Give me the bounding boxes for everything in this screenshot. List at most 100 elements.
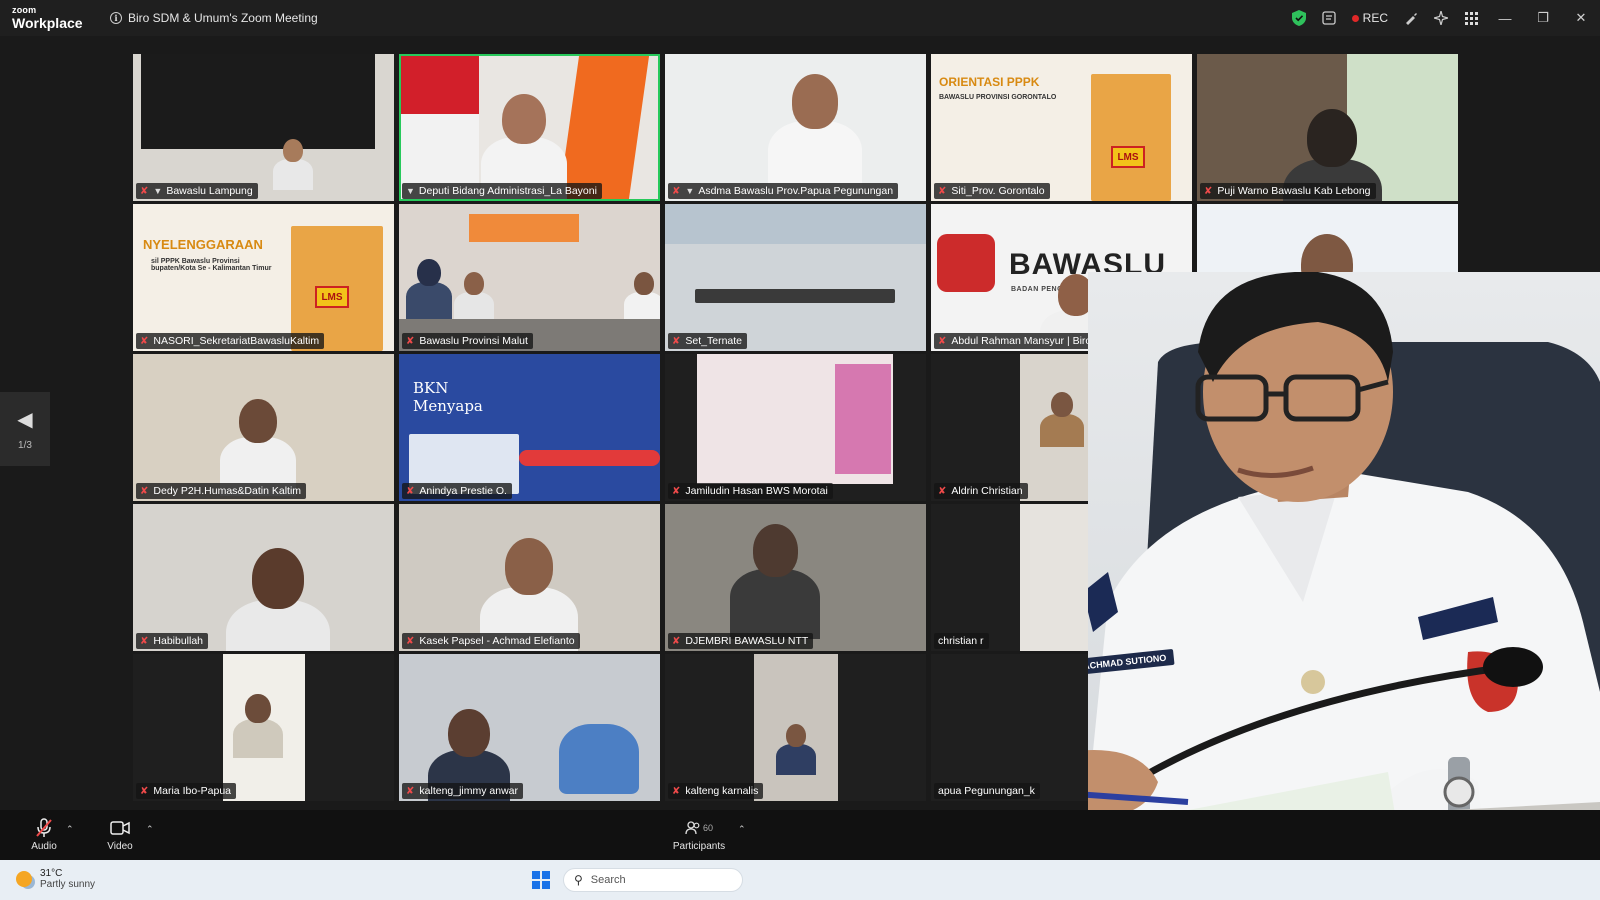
participant-name-label: ✘ Dedy P2H.Humas&Datin Kaltim bbox=[136, 483, 307, 499]
gallery-prev-page[interactable]: ◀ 1/3 bbox=[0, 392, 50, 466]
participant-tile[interactable]: ✘ Habibullah bbox=[133, 504, 394, 651]
participants-count: 60 bbox=[702, 823, 713, 833]
person-body bbox=[1040, 413, 1084, 448]
video-options-chevron-icon[interactable]: ⌃ bbox=[146, 824, 154, 835]
participant-name-label: ✘ Habibullah bbox=[136, 633, 209, 649]
participant-tile[interactable]: NYELENGGARAAN sil PPPK Bawaslu Provinsi b… bbox=[133, 204, 394, 351]
shield-icon[interactable] bbox=[1284, 0, 1314, 36]
rec-label: REC bbox=[1362, 11, 1388, 25]
participants-button[interactable]: 60 Participants bbox=[660, 810, 738, 860]
participant-tile[interactable]: BKN Menyapa ✘ Anindya Prestie O. bbox=[399, 354, 660, 501]
meeting-info[interactable]: i Biro SDM & Umum's Zoom Meeting bbox=[110, 11, 318, 25]
participant-name: Bawaslu Provinsi Malut bbox=[419, 335, 528, 347]
person-head bbox=[283, 139, 303, 163]
participant-name-label: ✘ kalteng_jimmy anwar bbox=[402, 783, 524, 799]
sparkle-icon[interactable] bbox=[1426, 0, 1456, 36]
search-placeholder: Search bbox=[590, 874, 626, 886]
participant-name-label: ✘ Bawaslu Provinsi Malut bbox=[402, 333, 533, 349]
participant-name: Anindya Prestie O. bbox=[419, 485, 507, 497]
participant-tile[interactable]: ORIENTASI PPPK BAWASLU PROVINSI GORONTALO… bbox=[931, 54, 1192, 201]
mic-muted-icon: ✘ bbox=[406, 335, 415, 347]
participant-tile[interactable]: ✘ Kasek Papsel - Achmad Elefianto bbox=[399, 504, 660, 651]
poster-subtitle: BAWASLU PROVINSI GORONTALO bbox=[939, 94, 1057, 101]
participant-tile[interactable]: ✘ ▼ Asdma Bawaslu Prov.Papua Pegunungan bbox=[665, 54, 926, 201]
participant-name-label: ✘ ▼ Bawaslu Lampung bbox=[136, 183, 258, 199]
search-icon: ⚲ bbox=[574, 873, 583, 887]
weather-temperature: 31°C bbox=[40, 868, 63, 879]
participant-name: Jamiludin Hasan BWS Morotai bbox=[685, 485, 828, 497]
mic-muted-icon: ✘ bbox=[672, 635, 681, 647]
participant-name-label: ✘ ▼ Asdma Bawaslu Prov.Papua Pegunungan bbox=[668, 183, 899, 199]
zoom-window: zoom Workplace i Biro SDM & Umum's Zoom … bbox=[0, 0, 1600, 900]
mic-muted-icon: ✘ bbox=[140, 485, 149, 497]
participant-tile[interactable]: ✘ Bawaslu Provinsi Malut bbox=[399, 204, 660, 351]
minimize-icon[interactable]: — bbox=[1486, 0, 1524, 36]
person-head bbox=[417, 259, 441, 287]
chevron-left-icon[interactable]: ◀ bbox=[17, 407, 32, 432]
participants-options-chevron-icon[interactable]: ⌃ bbox=[738, 824, 746, 835]
mic-muted-icon: ✘ bbox=[672, 485, 681, 497]
video-button[interactable]: Video bbox=[100, 810, 140, 860]
person-body bbox=[232, 719, 284, 759]
participant-name-label: ✘ DJEMBRI BAWASLU NTT bbox=[668, 633, 814, 649]
participant-name: Kasek Papsel - Achmad Elefianto bbox=[419, 635, 575, 647]
participant-tile[interactable]: ✘ Maria Ibo-Papua bbox=[133, 654, 394, 801]
participant-tile[interactable]: ✘ Dedy P2H.Humas&Datin Kaltim bbox=[133, 354, 394, 501]
mic-muted-icon: ✘ bbox=[140, 185, 149, 197]
windows-light bbox=[665, 204, 926, 244]
mic-muted-icon: ✘ bbox=[406, 485, 415, 497]
office-banner bbox=[469, 214, 579, 242]
logo-workplace: Workplace bbox=[12, 15, 83, 31]
person-head bbox=[251, 548, 305, 609]
participant-name: christian r bbox=[938, 635, 984, 647]
participant-name: Asdma Bawaslu Prov.Papua Pegunungan bbox=[698, 185, 894, 197]
video-camera-icon bbox=[110, 818, 130, 838]
participant-tile[interactable]: ✘ kalteng karnalis bbox=[665, 654, 926, 801]
close-icon[interactable]: ✕ bbox=[1562, 0, 1600, 36]
participant-tile[interactable]: ✘ Puji Warno Bawaslu Kab Lebong bbox=[1197, 54, 1458, 201]
participant-name: Bawaslu Lampung bbox=[166, 185, 253, 197]
participant-tile[interactable]: ✘ kalteng_jimmy anwar bbox=[399, 654, 660, 801]
participant-tile[interactable]: ✘ DJEMBRI BAWASLU NTT bbox=[665, 504, 926, 651]
participant-name: Deputi Bidang Administrasi_La Bayoni bbox=[418, 185, 597, 197]
meeting-title: Biro SDM & Umum's Zoom Meeting bbox=[128, 11, 318, 25]
flag-ribbon bbox=[519, 450, 660, 466]
participant-tile[interactable]: ▼ Deputi Bidang Administrasi_La Bayoni bbox=[399, 54, 660, 201]
windows-start-icon[interactable] bbox=[532, 871, 550, 889]
title-bar: zoom Workplace i Biro SDM & Umum's Zoom … bbox=[0, 0, 1600, 36]
grid-icon[interactable] bbox=[1456, 0, 1486, 36]
mic-muted-icon: ✘ bbox=[140, 335, 149, 347]
audio-button[interactable]: Audio bbox=[24, 810, 64, 860]
participant-tile[interactable]: ✘ Set_Ternate bbox=[665, 204, 926, 351]
person-head bbox=[786, 724, 806, 748]
person-head bbox=[634, 272, 654, 296]
curtain bbox=[835, 364, 891, 474]
person-head bbox=[239, 399, 277, 444]
person-body bbox=[454, 291, 494, 323]
weather-widget[interactable]: 31°C Partly sunny bbox=[16, 868, 95, 890]
participant-name-label: ✘ Siti_Prov. Gorontalo bbox=[934, 183, 1050, 199]
poster-subtitle: sil PPPK Bawaslu Provinsi bupaten/Kota S… bbox=[151, 258, 272, 272]
annotate-icon[interactable] bbox=[1396, 0, 1426, 36]
person-body bbox=[730, 569, 820, 639]
participant-name: NASORI_SekretariatBawasluKaltim bbox=[153, 335, 320, 347]
pin-icon: ▼ bbox=[406, 186, 415, 196]
mic-muted-icon: ✘ bbox=[406, 785, 415, 797]
participant-name: DJEMBRI BAWASLU NTT bbox=[685, 635, 809, 647]
logo-zoom: zoom bbox=[12, 5, 37, 15]
info-icon[interactable]: i bbox=[110, 12, 122, 24]
participant-tile[interactable]: ✘ ▼ Bawaslu Lampung bbox=[133, 54, 394, 201]
recording-indicator[interactable]: REC bbox=[1351, 11, 1388, 25]
participant-name: Dedy P2H.Humas&Datin Kaltim bbox=[153, 485, 302, 497]
participant-name: kalteng_jimmy anwar bbox=[419, 785, 519, 797]
mic-muted-icon: ✘ bbox=[406, 635, 415, 647]
lms-logo: LMS bbox=[315, 286, 349, 308]
person-head bbox=[502, 94, 546, 145]
audio-options-chevron-icon[interactable]: ⌃ bbox=[66, 824, 74, 835]
restore-icon[interactable]: ❐ bbox=[1524, 0, 1562, 36]
participant-tile[interactable]: ✘ Jamiludin Hasan BWS Morotai bbox=[665, 354, 926, 501]
participant-name-label: ✘ kalteng karnalis bbox=[668, 783, 764, 799]
notes-icon[interactable] bbox=[1314, 0, 1344, 36]
participant-name-label: ✘ Jamiludin Hasan BWS Morotai bbox=[668, 483, 833, 499]
taskbar-search[interactable]: ⚲ Search bbox=[563, 868, 743, 892]
